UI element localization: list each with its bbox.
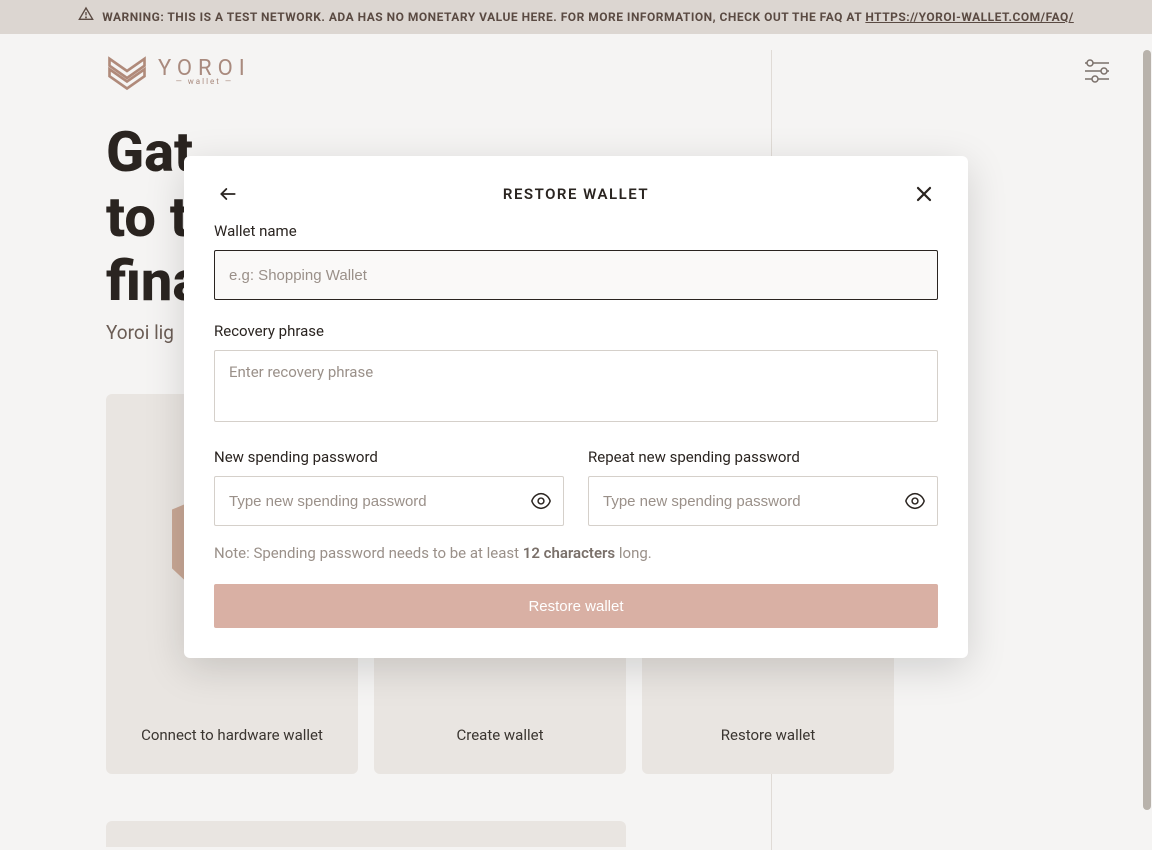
toggle-password-visibility-button[interactable]	[902, 488, 928, 514]
modal-title: RESTORE WALLET	[242, 185, 910, 203]
wallet-name-label: Wallet name	[214, 222, 938, 240]
toggle-password-visibility-button[interactable]	[528, 488, 554, 514]
new-password-input[interactable]	[214, 476, 564, 526]
topbar: YOROI — wallet —	[0, 34, 1152, 100]
note-text: Note: Spending password needs to be at l…	[214, 544, 523, 562]
yoroi-logo-icon	[106, 50, 148, 92]
warning-banner: WARNING: THIS IS A TEST NETWORK. ADA HAS…	[0, 0, 1152, 34]
recovery-phrase-input[interactable]	[214, 350, 938, 422]
warning-text: WARNING: THIS IS A TEST NETWORK. ADA HAS…	[102, 10, 865, 24]
logo-subtitle: — wallet —	[176, 77, 234, 86]
close-button[interactable]	[910, 180, 938, 208]
logo[interactable]: YOROI — wallet —	[106, 50, 251, 92]
recovery-phrase-label: Recovery phrase	[214, 322, 938, 340]
restore-wallet-modal: RESTORE WALLET Wallet name Recovery phra…	[184, 156, 968, 658]
warning-faq-link[interactable]: HTTPS://YOROI-WALLET.COM/FAQ/	[865, 10, 1073, 24]
back-button[interactable]	[214, 180, 242, 208]
note-bold: 12 characters	[523, 544, 615, 562]
note-text: long.	[615, 544, 652, 562]
repeat-password-input[interactable]	[588, 476, 938, 526]
warning-icon	[78, 6, 94, 28]
password-note: Note: Spending password needs to be at l…	[214, 544, 938, 562]
restore-wallet-button[interactable]: Restore wallet	[214, 584, 938, 628]
new-password-label: New spending password	[214, 448, 564, 466]
wallet-name-input[interactable]	[214, 250, 938, 300]
repeat-password-label: Repeat new spending password	[588, 448, 938, 466]
card-label: Connect to hardware wallet	[141, 726, 323, 744]
card-label: Create wallet	[457, 726, 544, 744]
extra-card[interactable]	[106, 821, 626, 847]
card-label: Restore wallet	[721, 726, 815, 744]
settings-button[interactable]	[1082, 56, 1112, 86]
